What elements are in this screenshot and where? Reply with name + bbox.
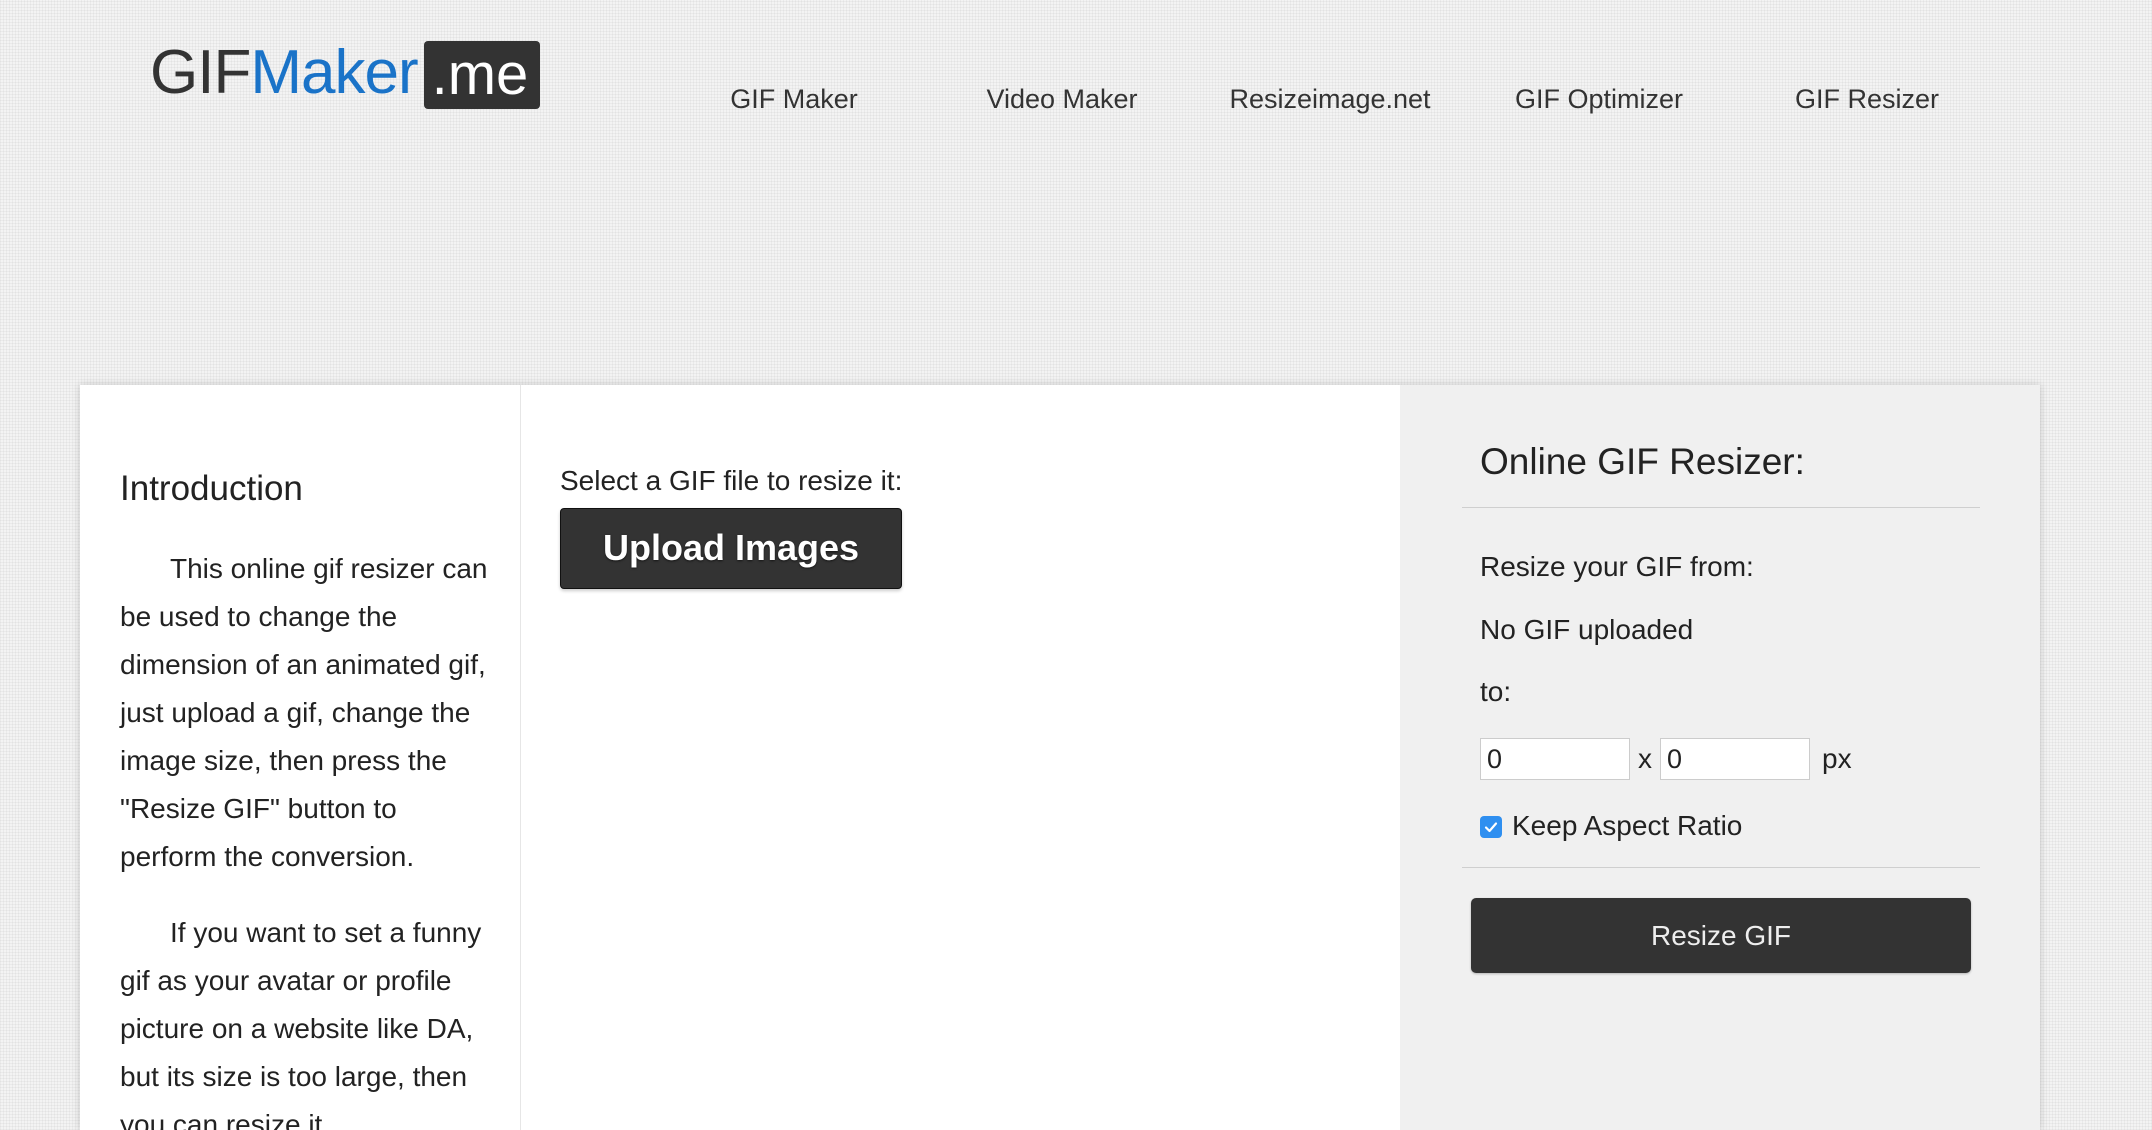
nav-gif-resizer[interactable]: GIF Resizer	[1795, 84, 1939, 115]
height-input[interactable]	[1660, 738, 1810, 780]
resizer-title: Online GIF Resizer:	[1480, 441, 1805, 482]
nav-gif-optimizer[interactable]: GIF Optimizer	[1515, 84, 1683, 115]
divider	[1462, 507, 1980, 508]
nav-resizeimage[interactable]: Resizeimage.net	[1229, 84, 1430, 115]
upload-status-text: No GIF uploaded	[1480, 614, 1694, 645]
keep-aspect-label: Keep Aspect Ratio	[1512, 810, 1743, 841]
resize-from-label: Resize your GIF from:	[1480, 551, 1754, 582]
dimension-row: x px	[1480, 737, 1852, 781]
dimension-separator: x	[1638, 743, 1652, 774]
resize-gif-button[interactable]: Resize GIF	[1471, 898, 1971, 973]
dimension-unit: px	[1822, 743, 1852, 774]
intro-text: This online gif resizer can be used to c…	[120, 545, 495, 1130]
intro-column: Introduction This online gif resizer can…	[80, 385, 521, 1130]
main-nav: GIF Maker Video Maker Resizeimage.net GI…	[0, 84, 2152, 124]
select-file-label: Select a GIF file to resize it:	[560, 465, 903, 496]
divider	[1462, 867, 1980, 868]
upload-images-button[interactable]: Upload Images	[560, 508, 902, 589]
keep-aspect-checkbox[interactable]	[1480, 816, 1502, 838]
nav-gif-maker[interactable]: GIF Maker	[730, 84, 858, 115]
resize-to-label: to:	[1480, 676, 1512, 707]
resizer-panel: Online GIF Resizer: Resize your GIF from…	[1400, 385, 2040, 1130]
width-input[interactable]	[1480, 738, 1630, 780]
checkmark-icon	[1484, 822, 1498, 833]
intro-paragraph: If you want to set a funny gif as your a…	[120, 917, 482, 1130]
main-card: Introduction This online gif resizer can…	[80, 385, 2040, 1130]
upload-column: Select a GIF file to resize it: Upload I…	[521, 385, 1401, 1130]
intro-heading: Introduction	[120, 469, 303, 508]
nav-video-maker[interactable]: Video Maker	[986, 84, 1137, 115]
keep-aspect-row[interactable]: Keep Aspect Ratio	[1480, 810, 1742, 842]
intro-paragraph: This online gif resizer can be used to c…	[120, 553, 488, 872]
